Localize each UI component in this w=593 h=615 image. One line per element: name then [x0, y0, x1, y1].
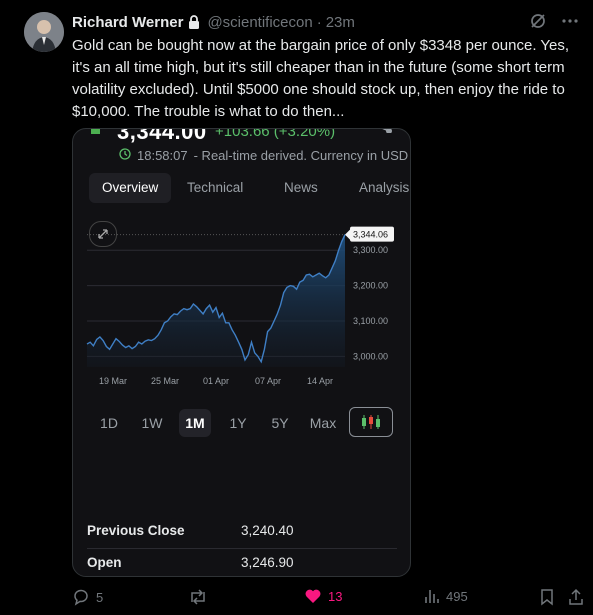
reply-count: 5 — [96, 589, 104, 605]
tab-technical[interactable]: Technical — [187, 173, 243, 203]
x-tick-label: 19 Mar — [99, 376, 127, 386]
views-icon — [425, 590, 439, 603]
candlestick-icon — [362, 415, 380, 429]
status-time: 18:58:07 — [137, 148, 188, 163]
range-selector: 1D 1W 1M 1Y 5Y Max — [73, 401, 410, 441]
tweet-top-icons — [529, 12, 579, 35]
y-tick-label: 3,000.00 — [353, 351, 388, 361]
reply-button[interactable]: 5 — [72, 588, 103, 606]
repost-icon — [191, 589, 205, 605]
stat-row-previous-close: Previous Close 3,240.40 — [87, 517, 397, 549]
more-options-icon[interactable] — [561, 12, 579, 35]
tweet-actions: 5 13 495 — [72, 588, 584, 610]
tab-news[interactable]: News — [284, 173, 318, 203]
x-tick-label: 01 Apr — [203, 376, 229, 386]
stats-table: Previous Close 3,240.40 Open 3,246.90 — [87, 517, 397, 576]
views-count: 495 — [446, 588, 468, 604]
stat-label: Previous Close — [87, 523, 185, 538]
like-button[interactable]: 13 — [304, 588, 342, 604]
y-tick-label: 3,300.00 — [353, 245, 388, 255]
price-row: 3,344.00 +103.66 (+3.20%) — [73, 128, 410, 144]
y-tick-label: 3,100.00 — [353, 316, 388, 326]
price-chart: 3,000.00 3,100.00 3,200.00 3,300.00 19 Mar 2… — [73, 217, 410, 397]
range-max[interactable]: Max — [307, 409, 339, 437]
expand-icon — [98, 229, 108, 239]
stat-row-open: Open 3,246.90 — [87, 549, 397, 576]
range-5y[interactable]: 5Y — [265, 409, 295, 437]
price-chart-svg: 3,000.00 3,100.00 3,200.00 3,300.00 19 Mar 2… — [86, 226, 394, 386]
last-price-pointer — [345, 229, 350, 240]
range-1y[interactable]: 1Y — [223, 409, 253, 437]
y-tick-label: 3,200.00 — [353, 281, 388, 291]
share-icon — [373, 129, 393, 139]
like-count: 13 — [328, 588, 343, 604]
avatar[interactable] — [24, 12, 64, 52]
tweet-text: Gold can be bought now at the bargain pr… — [72, 37, 570, 120]
clock-icon — [119, 148, 131, 163]
chart-tabs: Overview Technical News Analysis — [89, 173, 410, 203]
x-tick-label: 14 Apr — [307, 376, 333, 386]
range-1w[interactable]: 1W — [137, 409, 167, 437]
current-price: 3,344.00 — [117, 128, 207, 144]
range-1d[interactable]: 1D — [95, 409, 123, 437]
tweet-media-screenshot[interactable]: 3,344.00 +103.66 (+3.20%) 18:58:07 - Rea… — [72, 128, 411, 577]
stat-label: Open — [87, 555, 122, 570]
expand-chart-button[interactable] — [89, 221, 117, 247]
grok-icon[interactable] — [529, 12, 547, 35]
upload-icon — [569, 588, 583, 605]
share-button[interactable] — [568, 588, 584, 606]
timestamp[interactable]: 23m — [326, 14, 355, 31]
x-tick-label: 07 Apr — [255, 376, 281, 386]
up-indicator — [91, 129, 100, 134]
status-text: - Real-time derived. Currency in USD — [193, 148, 409, 163]
lock-icon — [187, 14, 201, 30]
status-row: 18:58:07 - Real-time derived. Currency i… — [119, 148, 408, 163]
heart-icon — [305, 589, 321, 603]
tweet-header: Richard Werner @scientificecon · 23m — [72, 12, 355, 32]
stat-value: 3,240.40 — [241, 523, 294, 538]
price-change: +103.66 (+3.20%) — [215, 128, 336, 140]
tab-analysis[interactable]: Analysis — [359, 173, 409, 203]
separator-dot: · — [316, 13, 322, 31]
range-1m[interactable]: 1M — [179, 409, 211, 437]
tweet[interactable]: Richard Werner @scientificecon · 23m Gol… — [0, 0, 593, 615]
x-tick-label: 25 Mar — [151, 376, 179, 386]
repost-button[interactable] — [188, 588, 214, 606]
reply-icon — [74, 589, 88, 606]
candlestick-toggle-button[interactable] — [349, 407, 393, 437]
stat-value: 3,246.90 — [241, 555, 294, 570]
bookmark-icon — [541, 589, 553, 606]
author-handle[interactable]: @scientificecon — [207, 14, 312, 31]
author-name[interactable]: Richard Werner — [72, 14, 183, 31]
views-button[interactable]: 495 — [424, 588, 468, 604]
bookmark-button[interactable] — [540, 588, 554, 606]
tab-overview[interactable]: Overview — [89, 173, 172, 203]
last-price-label: 3,344.06 — [353, 230, 388, 240]
